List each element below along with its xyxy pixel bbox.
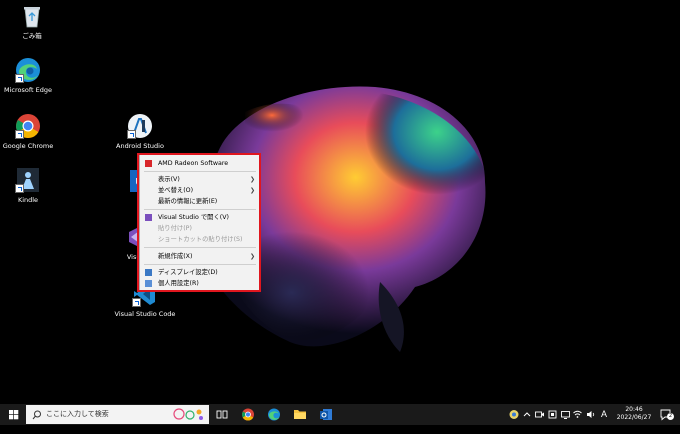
chevron-up-icon bbox=[523, 412, 531, 417]
desktop[interactable]: ごみ箱 Microsoft Edge Google Chrome Kindle … bbox=[0, 0, 680, 404]
device-icon bbox=[548, 410, 557, 419]
taskbar-outlook-button[interactable] bbox=[318, 404, 334, 425]
tray-volume-icon[interactable] bbox=[585, 404, 596, 425]
kindle-icon-tile[interactable]: Kindle bbox=[0, 167, 58, 204]
personalize-icon bbox=[145, 280, 152, 287]
show-hidden-icons-button[interactable] bbox=[522, 404, 532, 425]
start-button[interactable] bbox=[5, 404, 23, 425]
menu-separator bbox=[144, 264, 256, 265]
icon-label: Visual Studio Code bbox=[114, 310, 176, 318]
search-icon bbox=[32, 410, 41, 420]
shortcut-arrow-icon bbox=[15, 74, 24, 83]
icon-label: Google Chrome bbox=[2, 142, 54, 150]
microsoft-edge-icon-tile[interactable]: Microsoft Edge bbox=[0, 57, 58, 94]
desktop-context-menu: AMD Radeon Software 表示(V) ❯ 並べ替え(O) ❯ 最新… bbox=[140, 155, 260, 291]
tray-device-icon[interactable] bbox=[547, 404, 558, 425]
taskbar: ここに入力して検索 A 20:46 2022/06/27 2 bbox=[0, 404, 680, 425]
menu-item-refresh[interactable]: 最新の情報に更新(E) bbox=[140, 196, 260, 207]
menu-item-new[interactable]: 新規作成(X) ❯ bbox=[140, 251, 260, 262]
google-chrome-icon-tile[interactable]: Google Chrome bbox=[0, 113, 58, 150]
tray-app-icon[interactable] bbox=[508, 404, 520, 425]
outlook-icon bbox=[320, 409, 332, 420]
search-highlight-doodle-icon bbox=[173, 408, 203, 420]
taskbar-chrome-button[interactable] bbox=[240, 404, 256, 425]
windows-logo-icon bbox=[9, 410, 19, 420]
android-studio-icon-tile[interactable]: Android Studio bbox=[110, 113, 170, 150]
amd-icon bbox=[145, 160, 152, 167]
speaker-icon bbox=[587, 411, 595, 418]
menu-item-sort[interactable]: 並べ替え(O) ❯ bbox=[140, 185, 260, 196]
edge-icon bbox=[15, 57, 41, 83]
icon-label: Android Studio bbox=[116, 142, 164, 150]
tray-display-icon[interactable] bbox=[560, 404, 571, 425]
taskbar-clock[interactable]: 20:46 2022/06/27 bbox=[612, 406, 656, 422]
ime-indicator[interactable]: A bbox=[599, 404, 609, 425]
visual-studio-icon bbox=[145, 214, 152, 221]
menu-separator bbox=[144, 171, 256, 172]
shortcut-arrow-icon bbox=[127, 130, 136, 139]
clock-date: 2022/06/27 bbox=[616, 414, 652, 421]
icon-label: ごみ箱 bbox=[22, 32, 42, 40]
menu-item-paste: 貼り付け(P) bbox=[158, 225, 192, 232]
kindle-icon bbox=[15, 167, 41, 193]
menu-item-amd-radeon-software[interactable]: AMD Radeon Software bbox=[140, 158, 260, 169]
icon-label: Microsoft Edge bbox=[3, 86, 52, 94]
menu-item-display-settings[interactable]: ディスプレイ設定(D) bbox=[140, 267, 260, 278]
menu-item-personalize[interactable]: 個人用設定(R) bbox=[140, 278, 260, 289]
notification-count-badge: 2 bbox=[667, 413, 674, 420]
shortcut-arrow-icon bbox=[132, 298, 141, 307]
search-placeholder: ここに入力して検索 bbox=[46, 410, 109, 418]
menu-item-open-in-visual-studio[interactable]: Visual Studio で開く(V) bbox=[140, 212, 260, 223]
taskbar-explorer-button[interactable] bbox=[292, 404, 308, 425]
chrome-icon bbox=[15, 113, 41, 139]
edge-icon bbox=[268, 408, 280, 421]
chevron-right-icon: ❯ bbox=[249, 187, 255, 194]
recycle-bin-icon-tile[interactable]: ごみ箱 bbox=[2, 3, 62, 40]
notification-center-button[interactable]: 2 bbox=[658, 404, 674, 425]
tray-network-icon[interactable] bbox=[572, 404, 583, 425]
menu-separator bbox=[144, 247, 256, 248]
menu-item-paste-shortcut: ショートカットの貼り付け(S) bbox=[158, 236, 243, 243]
chevron-right-icon: ❯ bbox=[249, 176, 255, 183]
shortcut-arrow-icon bbox=[15, 130, 24, 139]
icon-label: Kindle bbox=[17, 196, 39, 204]
task-view-icon bbox=[216, 410, 228, 419]
folder-icon bbox=[294, 410, 306, 419]
globe-app-icon bbox=[509, 410, 519, 419]
shortcut-arrow-icon bbox=[15, 184, 24, 193]
monitor-icon bbox=[561, 411, 570, 419]
recycle-bin-icon bbox=[19, 3, 45, 29]
display-icon bbox=[145, 269, 152, 276]
task-view-button[interactable] bbox=[214, 404, 230, 425]
taskbar-edge-button[interactable] bbox=[266, 404, 282, 425]
clock-time: 20:46 bbox=[625, 406, 643, 413]
menu-item-view[interactable]: 表示(V) ❯ bbox=[140, 174, 260, 185]
chrome-icon bbox=[242, 408, 254, 421]
wifi-icon bbox=[573, 410, 582, 418]
tray-meet-now-icon[interactable] bbox=[534, 404, 545, 425]
menu-separator bbox=[144, 209, 256, 210]
camera-icon bbox=[535, 411, 544, 418]
android-studio-icon bbox=[127, 113, 153, 139]
taskbar-search-box[interactable]: ここに入力して検索 bbox=[26, 405, 209, 424]
chevron-right-icon: ❯ bbox=[249, 253, 255, 260]
